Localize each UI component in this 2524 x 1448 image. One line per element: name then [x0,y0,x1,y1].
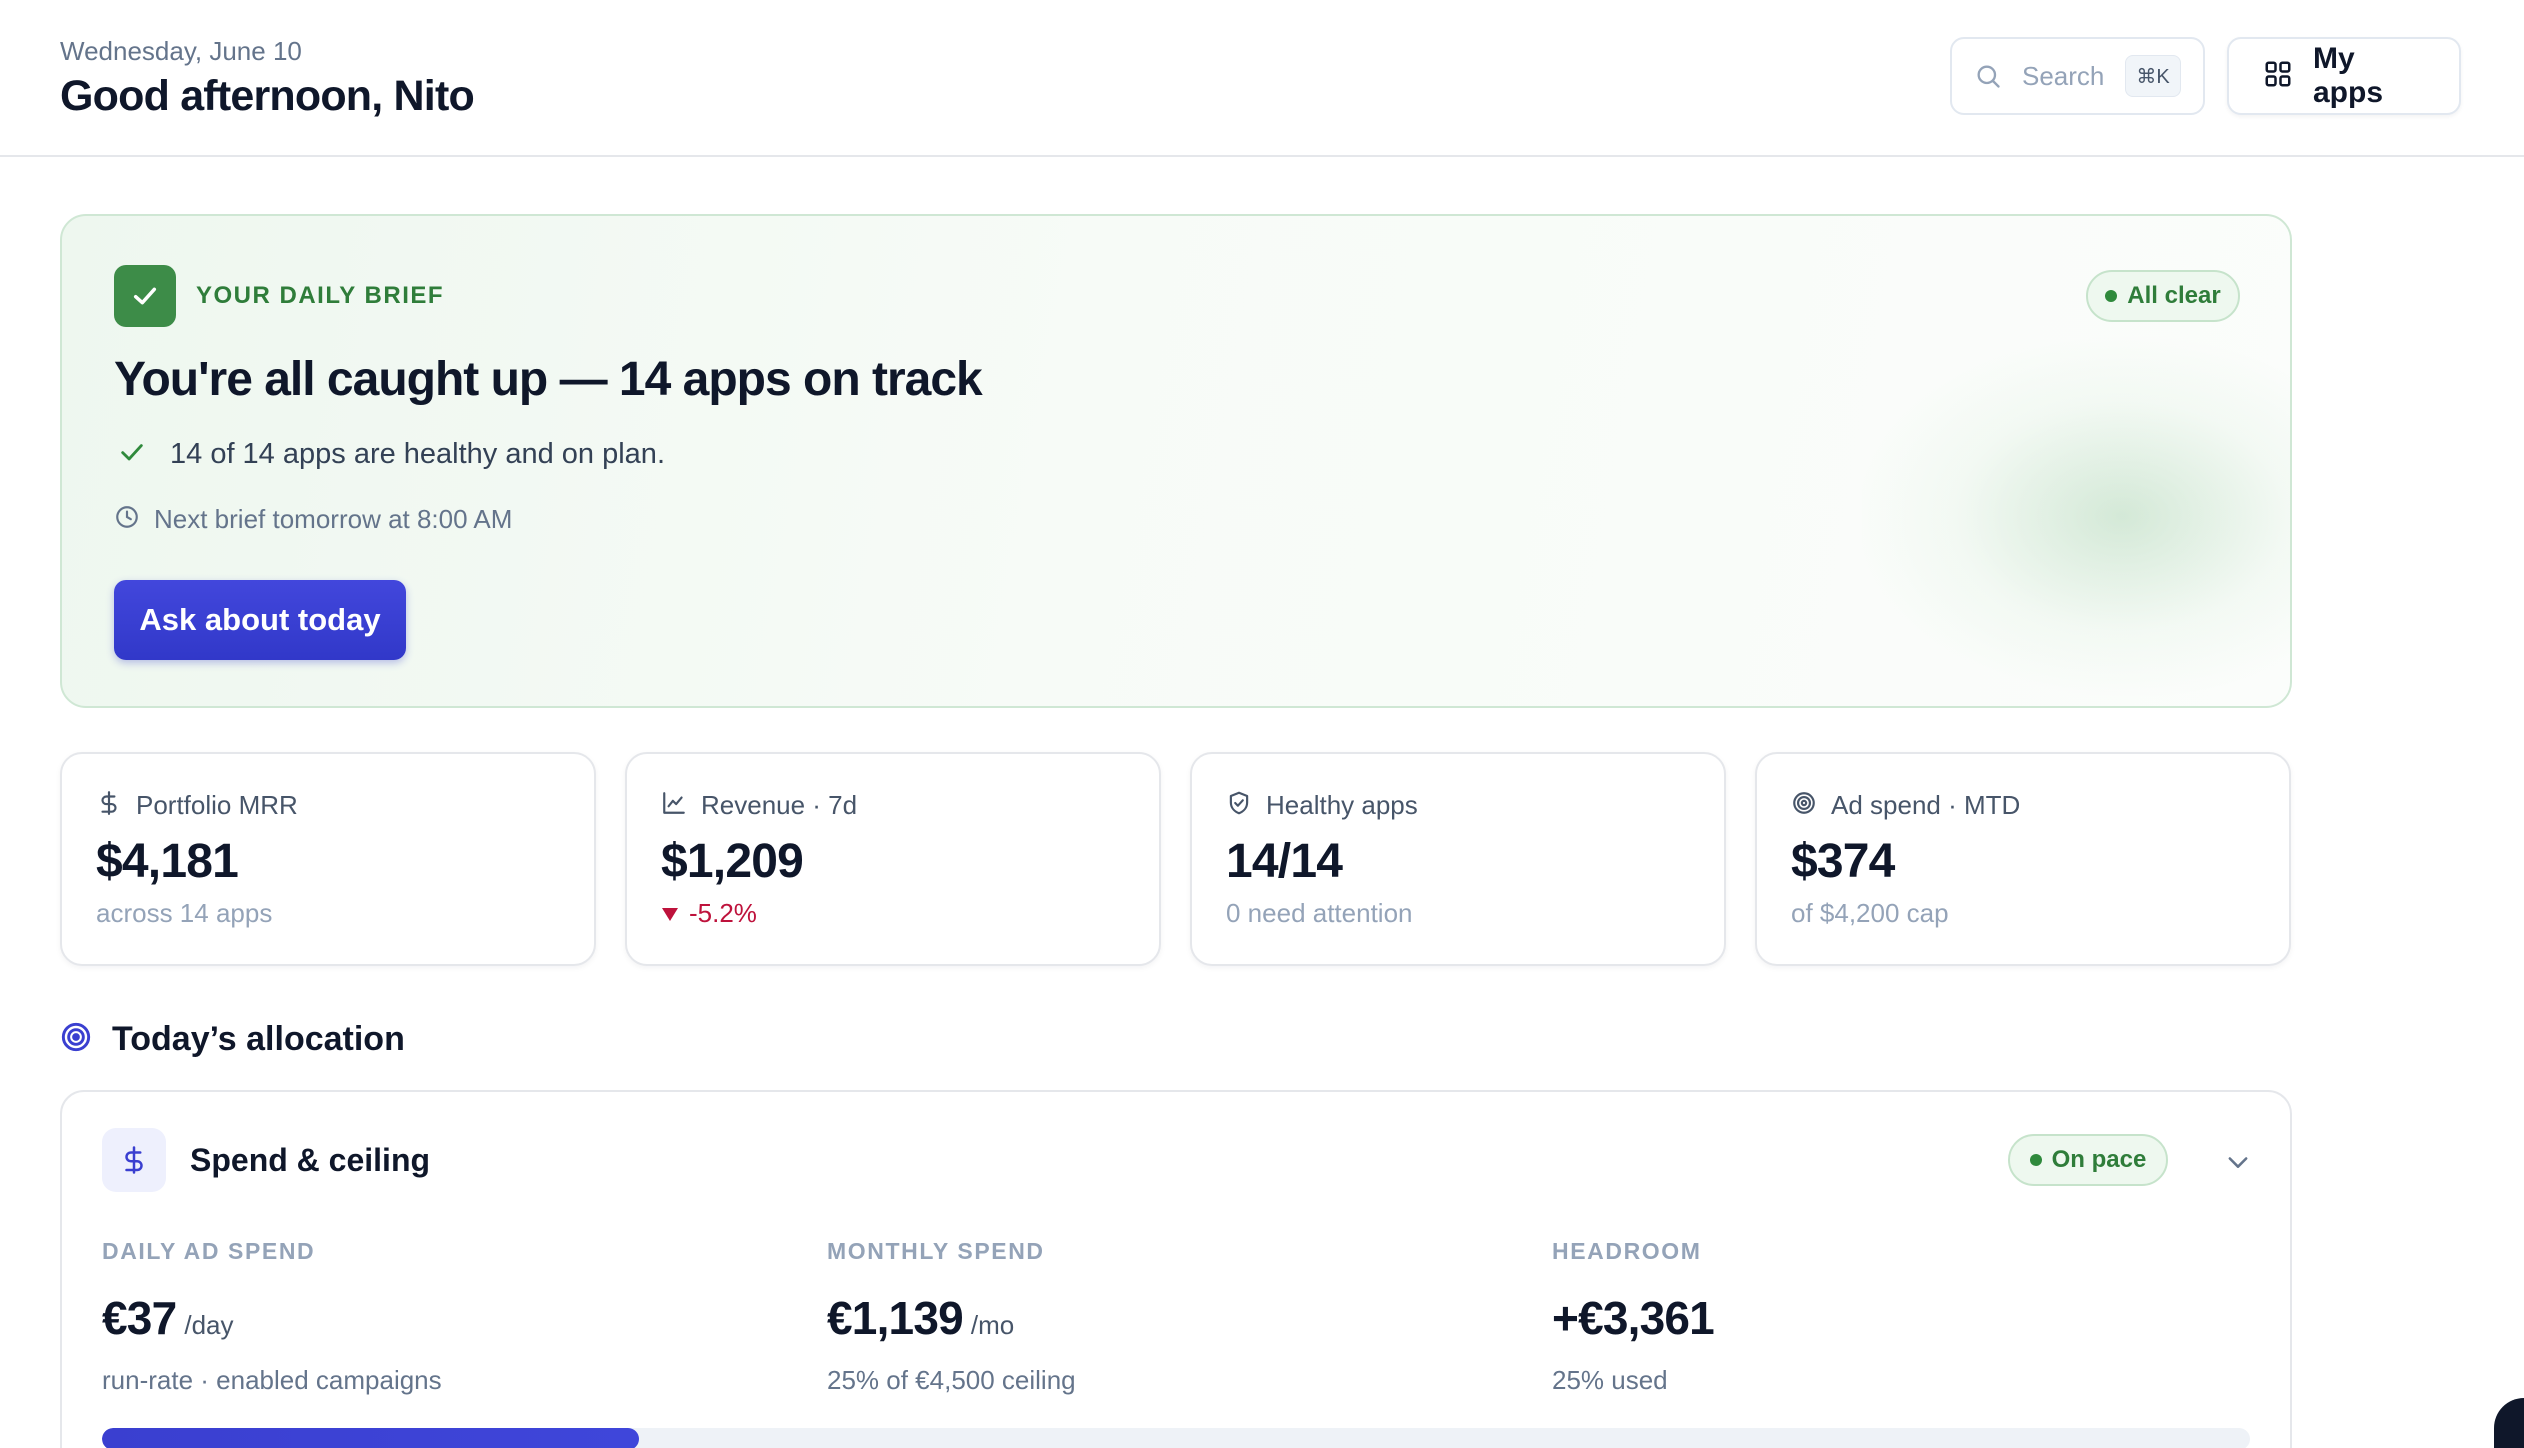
grid-icon [2263,59,2293,94]
stat-change: -5.2% [661,898,757,929]
stat-header: Revenue · 7d [661,790,857,821]
status-badge-label: On pace [2051,1146,2147,1173]
next-brief-text: Next brief tomorrow at 8:00 AM [154,504,513,534]
allocation-title: Today’s allocation [112,1020,405,1058]
clock-icon [114,504,140,535]
target-icon [60,1021,92,1058]
daily-ad-spend-metric: DAILY AD SPEND €37 /day run-rate · enabl… [102,1238,442,1396]
spend-card-title: Spend & ceiling [190,1142,431,1178]
ask-about-today-button[interactable]: Ask about today [114,580,406,660]
metric-label: MONTHLY SPEND [827,1238,1045,1264]
metric-description: 25% used [1552,1365,1668,1395]
brief-summary-line: 14 of 14 apps are healthy and on plan. [118,438,665,471]
stat-card-healthy-apps[interactable]: Healthy apps 14/14 0 need attention [1190,752,1726,966]
metric-description: 25% of €4,500 ceiling [827,1365,1076,1395]
search-input[interactable]: Search ⌘K [1950,37,2205,115]
stat-value: 14/14 [1226,835,1343,888]
dollar-icon [102,1128,166,1192]
stat-value: $4,181 [96,835,239,888]
brief-summary-text: 14 of 14 apps are healthy and on plan. [170,438,665,470]
status-badge-label: All clear [2127,282,2221,309]
spend-ceiling-card: Spend & ceiling On pace DAILY AD SPEND €… [60,1090,2292,1448]
spend-progress-bar [102,1428,2250,1448]
page-title: Good afternoon, Nito [60,72,475,120]
check-badge-icon [114,265,176,327]
brief-kicker: YOUR DAILY BRIEF [196,282,445,309]
dollar-icon [96,790,122,821]
stat-header: Portfolio MRR [96,790,298,821]
my-apps-button[interactable]: My apps [2227,37,2461,115]
shield-icon [1226,790,1252,821]
stat-subtext: of $4,200 cap [1791,898,1949,928]
stat-label: Ad spend · MTD [1831,790,2021,820]
headroom-metric: HEADROOM +€3,361 25% used [1552,1238,1722,1396]
stat-subtext: 0 need attention [1226,898,1413,928]
current-date: Wednesday, June 10 [60,36,302,66]
metric-value-row: +€3,361 [1552,1291,1722,1345]
metric-unit: /day [184,1310,234,1340]
chevron-down-icon[interactable] [2224,1148,2252,1181]
stat-label: Healthy apps [1266,790,1418,820]
stat-card-portfolio-mrr[interactable]: Portfolio MRR $4,181 across 14 apps [60,752,596,966]
target-icon [1791,790,1817,821]
metric-value-row: €37 /day [102,1291,442,1345]
stat-subtext: across 14 apps [96,898,273,928]
status-dot [2105,290,2118,302]
triangle-down-icon [661,898,679,929]
metric-value-row: €1,139 /mo [827,1291,1076,1345]
my-apps-label: My apps [2313,42,2384,109]
stat-header: Ad spend · MTD [1791,790,2020,821]
search-shortcut-badge: ⌘K [2125,55,2181,97]
top-header: Wednesday, June 10 Good afternoon, Nito … [0,0,2524,157]
check-icon [118,438,146,471]
allocation-section-header: Today’s allocation [60,1020,405,1059]
brief-title: You're all caught up — 14 apps on track [114,353,983,406]
metric-unit: /mo [970,1310,1015,1340]
search-placeholder: Search [2022,60,2105,91]
stat-card-revenue[interactable]: Revenue · 7d $1,209 -5.2% [625,752,1161,966]
window-corner [2494,1398,2524,1448]
stat-value: $1,209 [661,835,804,888]
metric-value: €37 [102,1292,177,1344]
metric-value: +€3,361 [1552,1292,1715,1344]
stat-value: $374 [1791,835,1895,888]
stat-label: Portfolio MRR [136,790,298,820]
stat-header: Healthy apps [1226,790,1418,821]
line-chart-icon [661,790,687,821]
stat-label: Revenue · 7d [701,790,858,820]
status-dot [2029,1154,2042,1166]
spend-progress-fill [102,1428,639,1448]
decorative-glow [1862,336,2290,696]
daily-brief-card: YOUR DAILY BRIEF All clear You're all ca… [60,214,2292,708]
status-badge: On pace [2008,1134,2168,1186]
monthly-spend-metric: MONTHLY SPEND €1,139 /mo 25% of €4,500 c… [827,1238,1076,1396]
metric-value: €1,139 [827,1292,964,1344]
next-brief-line: Next brief tomorrow at 8:00 AM [114,504,512,535]
status-badge: All clear [2086,270,2240,322]
stat-card-ad-spend[interactable]: Ad spend · MTD $374 of $4,200 cap [1755,752,2291,966]
metric-label: DAILY AD SPEND [102,1238,316,1264]
search-icon [1974,62,2002,90]
stat-change-value: -5.2% [689,898,757,928]
metric-label: HEADROOM [1552,1238,1702,1264]
metric-description: run-rate · enabled campaigns [102,1365,442,1395]
dashboard-page: Wednesday, June 10 Good afternoon, Nito … [0,0,2524,1448]
